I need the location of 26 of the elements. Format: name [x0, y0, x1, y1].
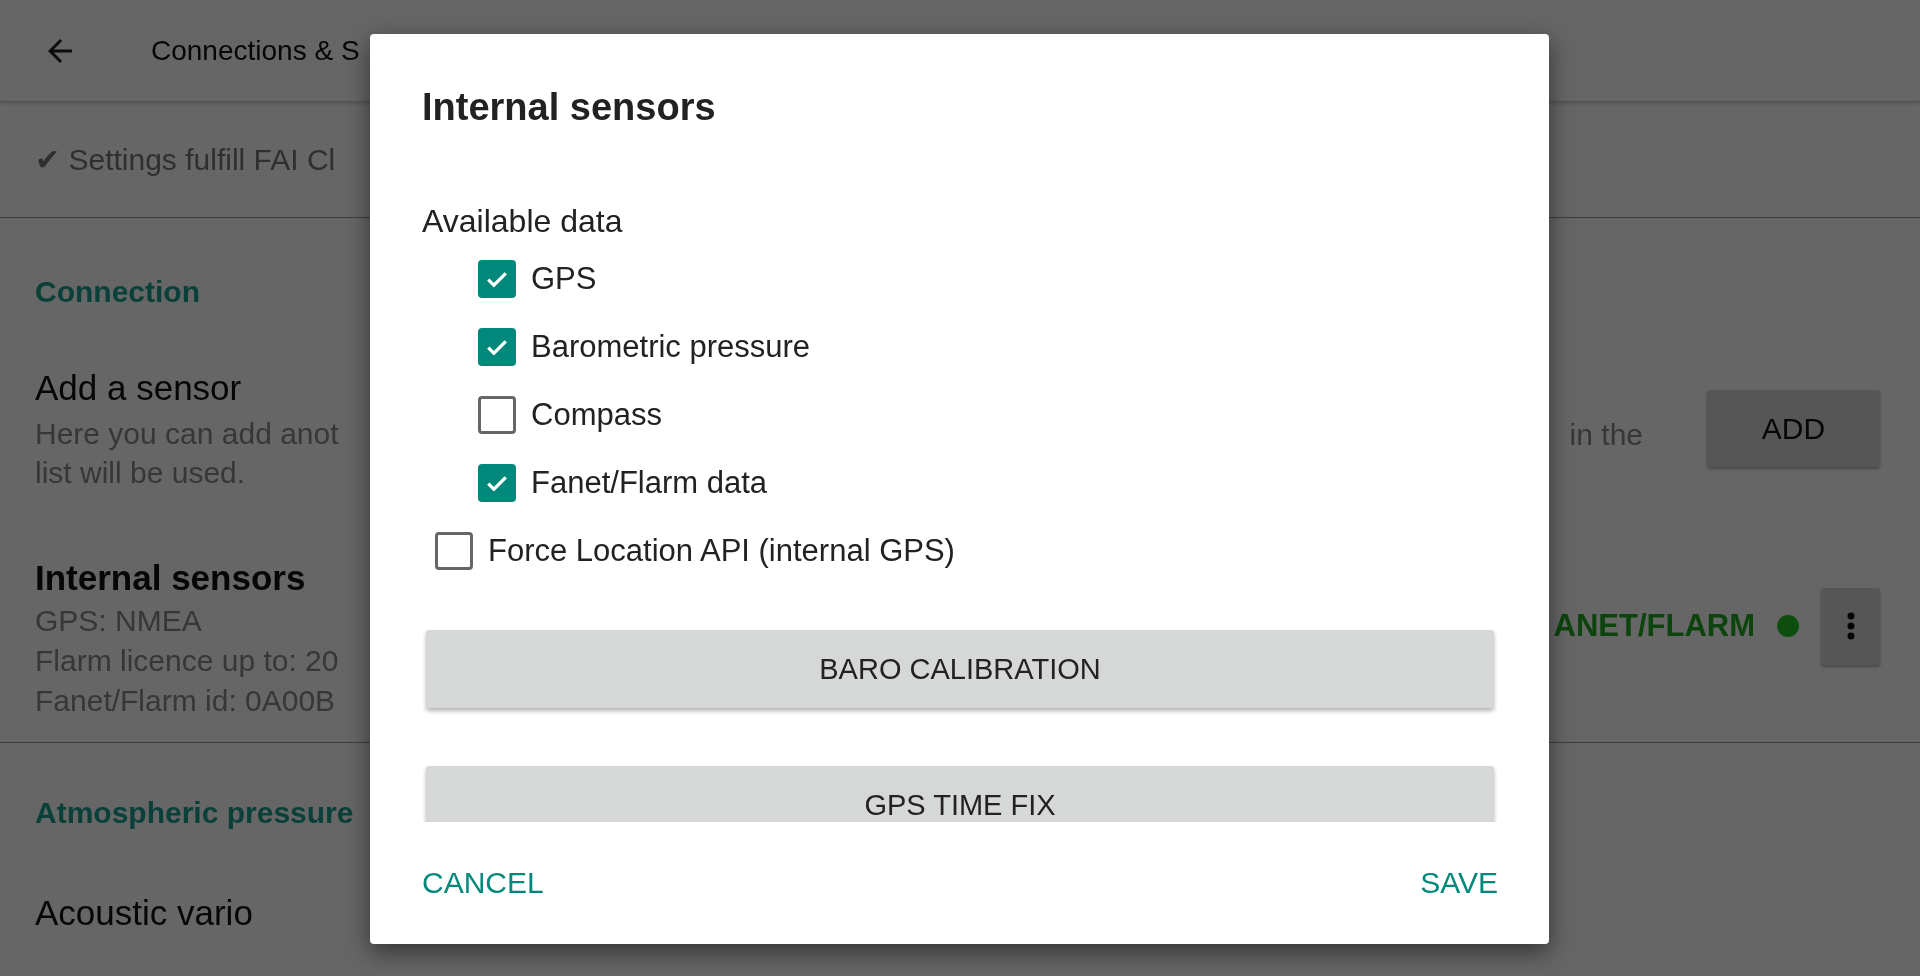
action-button[interactable]: BARO CALIBRATION — [426, 630, 1494, 708]
section-header: Connection — [35, 275, 200, 309]
section-header: Atmospheric pressure — [35, 796, 354, 830]
item-title: Add a sensor — [35, 367, 242, 409]
action-button[interactable]: GPS TIME FIX — [426, 766, 1494, 822]
dialog-button[interactable]: CANCEL — [422, 866, 544, 900]
dots-icon — [1846, 612, 1855, 640]
checkbox[interactable] — [478, 396, 516, 434]
checkbox-label: Barometric pressure — [531, 329, 811, 365]
checkbox[interactable] — [478, 328, 516, 366]
menu-button[interactable] — [1821, 587, 1880, 665]
dialog-button[interactable]: SAVE — [1420, 866, 1498, 900]
checkbox-label: Fanet/Flarm data — [531, 465, 768, 501]
dialog-title: Internal sensors — [422, 85, 717, 130]
add-button[interactable]: ADD — [1707, 390, 1880, 467]
item-title: Acoustic vario — [35, 892, 253, 934]
checkbox-label: GPS — [531, 261, 597, 297]
sensor-title: Internal sensors — [35, 557, 306, 599]
checkbox[interactable] — [478, 464, 516, 502]
checkbox[interactable] — [435, 532, 473, 570]
checkbox[interactable] — [478, 260, 516, 298]
screen-title: Connections & S — [151, 34, 360, 67]
checkbox-label: Force Location API (internal GPS) — [488, 533, 955, 569]
sensor-status: ANET/FLARM — [1553, 608, 1755, 644]
group-label: Available data — [422, 202, 624, 241]
checkbox-label: Compass — [531, 397, 662, 433]
